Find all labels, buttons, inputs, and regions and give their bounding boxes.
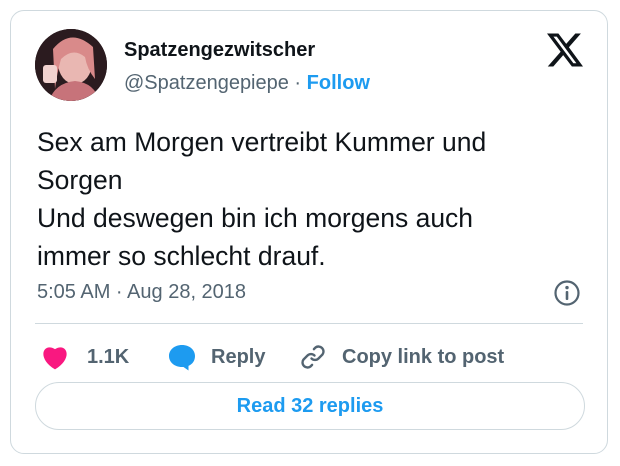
info-icon[interactable]	[553, 279, 581, 307]
timestamp[interactable]: 5:05 AM · Aug 28, 2018	[37, 281, 246, 304]
tweet-card: Spatzengezwitscher @Spatzengepiepe · Fol…	[10, 10, 608, 454]
tweet-text: Sex am Morgen vertreibt Kummer und Sorge…	[37, 123, 597, 275]
reply-label: Reply	[211, 345, 266, 368]
like-button[interactable]: 1.1K	[41, 341, 129, 373]
copy-link-label: Copy link to post	[342, 345, 505, 368]
follow-button[interactable]: Follow	[307, 72, 370, 94]
tweet-line: Sex am Morgen vertreibt Kummer und	[37, 127, 487, 157]
reply-bubble-icon	[167, 343, 197, 371]
copy-link-button[interactable]: Copy link to post	[299, 341, 504, 373]
tweet-line: Sorgen	[37, 165, 123, 195]
tweet-line: Und deswegen bin ich morgens auch	[37, 203, 474, 233]
like-count: 1.1K	[87, 345, 130, 368]
reply-button[interactable]: Reply	[167, 341, 265, 373]
x-logo-icon[interactable]	[547, 33, 583, 67]
avatar[interactable]	[35, 29, 107, 101]
display-name[interactable]: Spatzengezwitscher	[124, 39, 315, 62]
tweet-line: immer so schlecht drauf.	[37, 241, 326, 271]
heart-icon	[41, 344, 69, 370]
handle[interactable]: @Spatzengepiepe	[124, 72, 289, 94]
link-icon	[299, 343, 327, 371]
read-replies-button[interactable]: Read 32 replies	[35, 382, 585, 430]
handle-row: @Spatzengepiepe · Follow	[124, 72, 370, 95]
read-replies-label: Read 32 replies	[236, 394, 384, 417]
separator: ·	[288, 72, 307, 94]
divider	[35, 323, 583, 324]
